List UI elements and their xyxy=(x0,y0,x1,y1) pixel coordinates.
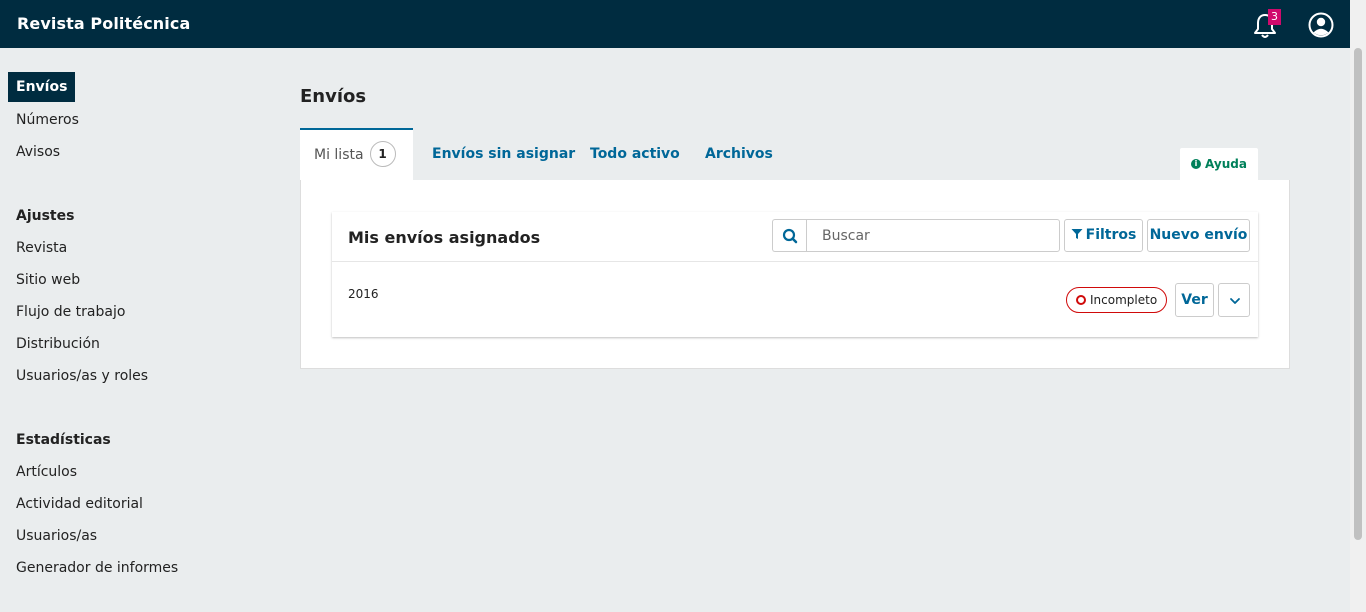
sidebar-item-articulos[interactable]: Artículos xyxy=(16,464,77,480)
sidebar-item-actividad-editorial[interactable]: Actividad editorial xyxy=(16,496,143,512)
tab-archivos[interactable]: Archivos xyxy=(705,128,773,180)
vertical-scrollbar[interactable] xyxy=(1350,0,1366,612)
sidebar-item-flujo-de-trabajo[interactable]: Flujo de trabajo xyxy=(16,304,125,320)
help-button[interactable]: i Ayuda xyxy=(1180,148,1258,180)
list-title: Mis envíos asignados xyxy=(348,228,541,247)
top-header: Revista Politécnica 3 xyxy=(0,0,1350,48)
sidebar-item-distribucion[interactable]: Distribución xyxy=(16,336,100,352)
status-label: Incompleto xyxy=(1090,293,1158,307)
help-label: Ayuda xyxy=(1205,157,1247,171)
search-icon xyxy=(782,228,798,244)
sidebar-item-sitio-web[interactable]: Sitio web xyxy=(16,272,80,288)
submission-title[interactable]: 2016 xyxy=(348,287,379,301)
search-input[interactable] xyxy=(806,219,1060,252)
sidebar-item-revista[interactable]: Revista xyxy=(16,240,67,256)
sidebar-item-numeros[interactable]: Números xyxy=(16,112,79,128)
filter-icon xyxy=(1071,229,1083,239)
sidebar-item-usuarios-y-roles[interactable]: Usuarios/as y roles xyxy=(16,368,148,384)
sidebar-item-usuarios[interactable]: Usuarios/as xyxy=(16,528,97,544)
chevron-down-icon xyxy=(1230,298,1240,304)
user-account-icon[interactable] xyxy=(1308,12,1334,38)
scrollbar-thumb[interactable] xyxy=(1354,48,1362,540)
tab-mi-lista[interactable]: Mi lista 1 xyxy=(300,128,413,180)
search-button[interactable] xyxy=(772,219,807,252)
notification-count-badge: 3 xyxy=(1268,9,1281,25)
view-button[interactable]: Ver xyxy=(1175,283,1214,317)
tab-envios-sin-asignar[interactable]: Envíos sin asignar xyxy=(432,128,575,180)
tab-mi-lista-label: Mi lista xyxy=(314,147,364,163)
sidebar-heading-estadisticas[interactable]: Estadísticas xyxy=(16,432,111,448)
status-incomplete-icon xyxy=(1076,295,1086,305)
status-badge: Incompleto xyxy=(1066,287,1167,313)
tab-count-badge: 1 xyxy=(369,141,396,167)
sidebar-item-generador-de-informes[interactable]: Generador de informes xyxy=(16,560,178,576)
sidebar-item-avisos[interactable]: Avisos xyxy=(16,144,60,160)
filters-button[interactable]: Filtros xyxy=(1064,219,1143,252)
page-title: Envíos xyxy=(300,86,367,107)
filters-label: Filtros xyxy=(1085,227,1137,243)
sidebar-item-envios[interactable]: Envíos xyxy=(8,72,76,102)
site-title[interactable]: Revista Politécnica xyxy=(17,14,190,33)
info-icon: i xyxy=(1191,158,1202,169)
sidebar-heading-ajustes[interactable]: Ajustes xyxy=(16,208,74,224)
expand-row-button[interactable] xyxy=(1218,283,1250,317)
new-submission-button[interactable]: Nuevo envío xyxy=(1147,219,1250,252)
tab-todo-activo[interactable]: Todo activo xyxy=(590,128,680,180)
